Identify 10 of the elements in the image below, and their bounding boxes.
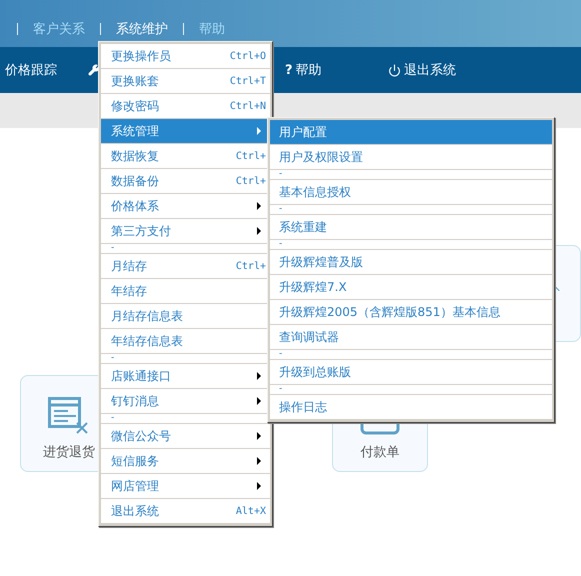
separator-mark: - — [279, 240, 282, 249]
separator-mark: - — [279, 170, 282, 179]
card-label: 付款单 — [360, 444, 400, 461]
separator-mark: - — [279, 385, 282, 394]
separator-mark: - — [111, 354, 114, 363]
separator-mark: - — [111, 414, 114, 423]
card-label: 进货退货 — [43, 444, 95, 461]
separator-mark: - — [111, 244, 114, 253]
separator-mark: - — [279, 350, 282, 359]
separator-mark: - — [279, 205, 282, 214]
